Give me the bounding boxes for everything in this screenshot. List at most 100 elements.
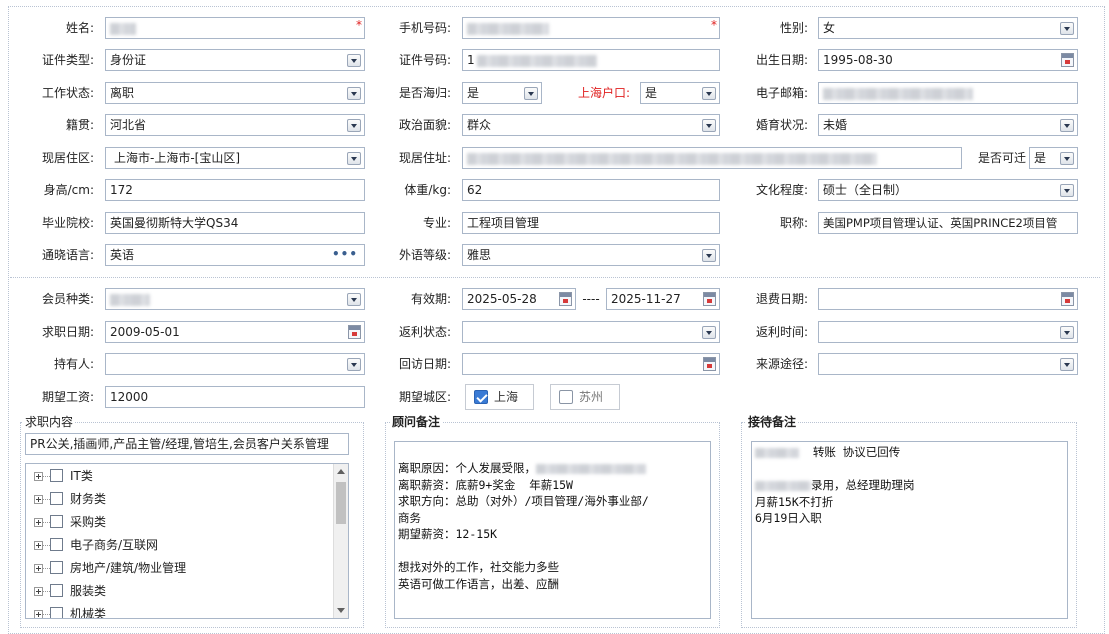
relocate-label: 是否可迁 bbox=[977, 151, 1026, 165]
expand-icon[interactable] bbox=[34, 564, 43, 573]
name-input[interactable] bbox=[105, 17, 365, 39]
expected-city-label: 期望城区: bbox=[398, 390, 451, 404]
education-select[interactable]: 硕士（全日制） bbox=[818, 179, 1078, 201]
birth-label: 出生日期: bbox=[755, 53, 808, 67]
expand-icon[interactable] bbox=[34, 587, 43, 596]
job-date-input[interactable]: 2009-05-01 bbox=[105, 321, 365, 343]
professional-title-input[interactable]: 美国PMP项目管理认证、英国PRINCE2项目管 bbox=[818, 212, 1078, 234]
email-input[interactable] bbox=[818, 82, 1078, 104]
school-input[interactable]: 英国曼彻斯特大学QS34 bbox=[105, 212, 365, 234]
refund-date-input[interactable] bbox=[818, 288, 1078, 310]
expand-icon[interactable] bbox=[34, 541, 43, 550]
advisor-notes-textarea[interactable]: 离职原因：个人发展受限， 离职薪资：底薪9+奖金 年薪15W 求职方向：总助（对… bbox=[394, 441, 711, 619]
blurred-address bbox=[467, 152, 877, 165]
expected-salary-input[interactable]: 12000 bbox=[105, 386, 365, 408]
member-type-select[interactable] bbox=[105, 288, 365, 310]
expand-icon[interactable] bbox=[34, 472, 43, 481]
chevron-down-icon[interactable] bbox=[1060, 358, 1074, 371]
blurred-idno bbox=[476, 54, 597, 67]
source-select[interactable] bbox=[818, 353, 1078, 375]
height-input[interactable]: 172 bbox=[105, 179, 365, 201]
chevron-down-icon[interactable] bbox=[1060, 326, 1074, 339]
work-status-value: 离职 bbox=[110, 86, 135, 100]
marital-value: 未婚 bbox=[823, 118, 848, 132]
rebate-status-select[interactable] bbox=[462, 321, 720, 343]
checkbox-icon[interactable] bbox=[50, 515, 63, 528]
expand-icon[interactable] bbox=[34, 518, 43, 527]
checkbox-icon[interactable] bbox=[50, 561, 63, 574]
visit-date-input[interactable] bbox=[462, 353, 720, 375]
reception-notes-textarea[interactable]: 转账 协议已回传 录用，总经理助理岗 月薪15K不打折 6月19日入职 bbox=[751, 441, 1068, 619]
scroll-up-icon[interactable] bbox=[337, 469, 345, 474]
idno-input[interactable]: 1 bbox=[462, 49, 720, 71]
hukou-select[interactable]: 是 bbox=[640, 82, 720, 104]
chevron-down-icon[interactable] bbox=[702, 119, 716, 132]
marital-select[interactable]: 未婚 bbox=[818, 114, 1078, 136]
residence-area-select[interactable]: 上海市-上海市-[宝山区] bbox=[105, 147, 365, 169]
valid-to-input[interactable]: 2025-11-27 bbox=[606, 288, 720, 310]
chevron-down-icon[interactable] bbox=[347, 87, 361, 100]
weight-input[interactable]: 62 bbox=[462, 179, 720, 201]
scroll-down-icon[interactable] bbox=[337, 608, 345, 613]
language-picker[interactable]: 英语 ••• bbox=[105, 244, 365, 266]
work-status-label: 工作状态: bbox=[41, 86, 94, 100]
city-checkbox-shanghai[interactable]: 上海 bbox=[465, 384, 534, 410]
work-status-select[interactable]: 离职 bbox=[105, 82, 365, 104]
politics-select[interactable]: 群众 bbox=[462, 114, 720, 136]
native-place-select[interactable]: 河北省 bbox=[105, 114, 365, 136]
calendar-icon[interactable] bbox=[559, 292, 572, 306]
chevron-down-icon[interactable] bbox=[347, 54, 361, 67]
chevron-down-icon[interactable] bbox=[347, 119, 361, 132]
blurred-phone bbox=[467, 22, 549, 35]
idtype-select[interactable]: 身份证 bbox=[105, 49, 365, 71]
birth-date-input[interactable]: 1995-08-30 bbox=[818, 49, 1078, 71]
section-divider bbox=[10, 277, 1100, 278]
calendar-icon[interactable] bbox=[1061, 292, 1074, 306]
calendar-icon[interactable] bbox=[348, 325, 361, 339]
holder-select[interactable] bbox=[105, 353, 365, 375]
major-input[interactable]: 工程项目管理 bbox=[462, 212, 720, 234]
tree-scrollbar[interactable] bbox=[333, 464, 348, 618]
more-icon[interactable]: ••• bbox=[332, 245, 358, 263]
chevron-down-icon[interactable] bbox=[1060, 119, 1074, 132]
checkbox-icon[interactable] bbox=[50, 607, 63, 618]
school-label: 毕业院校: bbox=[41, 216, 94, 230]
job-category-tree[interactable]: IT类 财务类 采购类 电子商务/互联网 房地产/建筑/物业管理 服装类 机械类 bbox=[25, 463, 349, 619]
rebate-time-select[interactable] bbox=[818, 321, 1078, 343]
expand-icon[interactable] bbox=[34, 610, 43, 618]
job-content-summary[interactable]: PR公关,插画师,产品主管/经理,管培生,会员客户关系管理 bbox=[25, 433, 349, 455]
holder-label: 持有人: bbox=[53, 357, 94, 371]
chevron-down-icon[interactable] bbox=[347, 358, 361, 371]
city-checkbox-suzhou[interactable]: 苏州 bbox=[550, 384, 620, 410]
chevron-down-icon[interactable] bbox=[702, 87, 716, 100]
gender-select[interactable]: 女 bbox=[818, 17, 1078, 39]
chevron-down-icon[interactable] bbox=[347, 293, 361, 306]
chevron-down-icon[interactable] bbox=[1060, 184, 1074, 197]
language-level-label: 外语等级: bbox=[398, 248, 451, 262]
overseas-select[interactable]: 是 bbox=[462, 82, 542, 104]
address-input[interactable] bbox=[462, 147, 962, 169]
checkbox-icon[interactable] bbox=[50, 584, 63, 597]
relocate-select[interactable]: 是 bbox=[1029, 147, 1078, 169]
calendar-icon[interactable] bbox=[703, 292, 716, 306]
chevron-down-icon[interactable] bbox=[702, 326, 716, 339]
blurred-text bbox=[536, 463, 646, 474]
chevron-down-icon[interactable] bbox=[702, 249, 716, 262]
name-label: 姓名: bbox=[65, 21, 94, 35]
language-level-select[interactable]: 雅思 bbox=[462, 244, 720, 266]
chevron-down-icon[interactable] bbox=[347, 152, 361, 165]
phone-input[interactable] bbox=[462, 17, 720, 39]
checkbox-icon[interactable] bbox=[50, 469, 63, 482]
chevron-down-icon[interactable] bbox=[1060, 152, 1074, 165]
valid-from-input[interactable]: 2025-05-28 bbox=[462, 288, 576, 310]
chevron-down-icon[interactable] bbox=[524, 87, 538, 100]
chevron-down-icon[interactable] bbox=[1060, 22, 1074, 35]
checkbox-icon[interactable] bbox=[50, 492, 63, 505]
expand-icon[interactable] bbox=[34, 495, 43, 504]
scroll-thumb[interactable] bbox=[336, 482, 346, 524]
professional-title-label: 职称: bbox=[779, 216, 808, 230]
idtype-label: 证件类型: bbox=[41, 53, 94, 67]
checkbox-icon[interactable] bbox=[50, 538, 63, 551]
calendar-icon[interactable] bbox=[1061, 53, 1074, 67]
calendar-icon[interactable] bbox=[703, 357, 716, 371]
